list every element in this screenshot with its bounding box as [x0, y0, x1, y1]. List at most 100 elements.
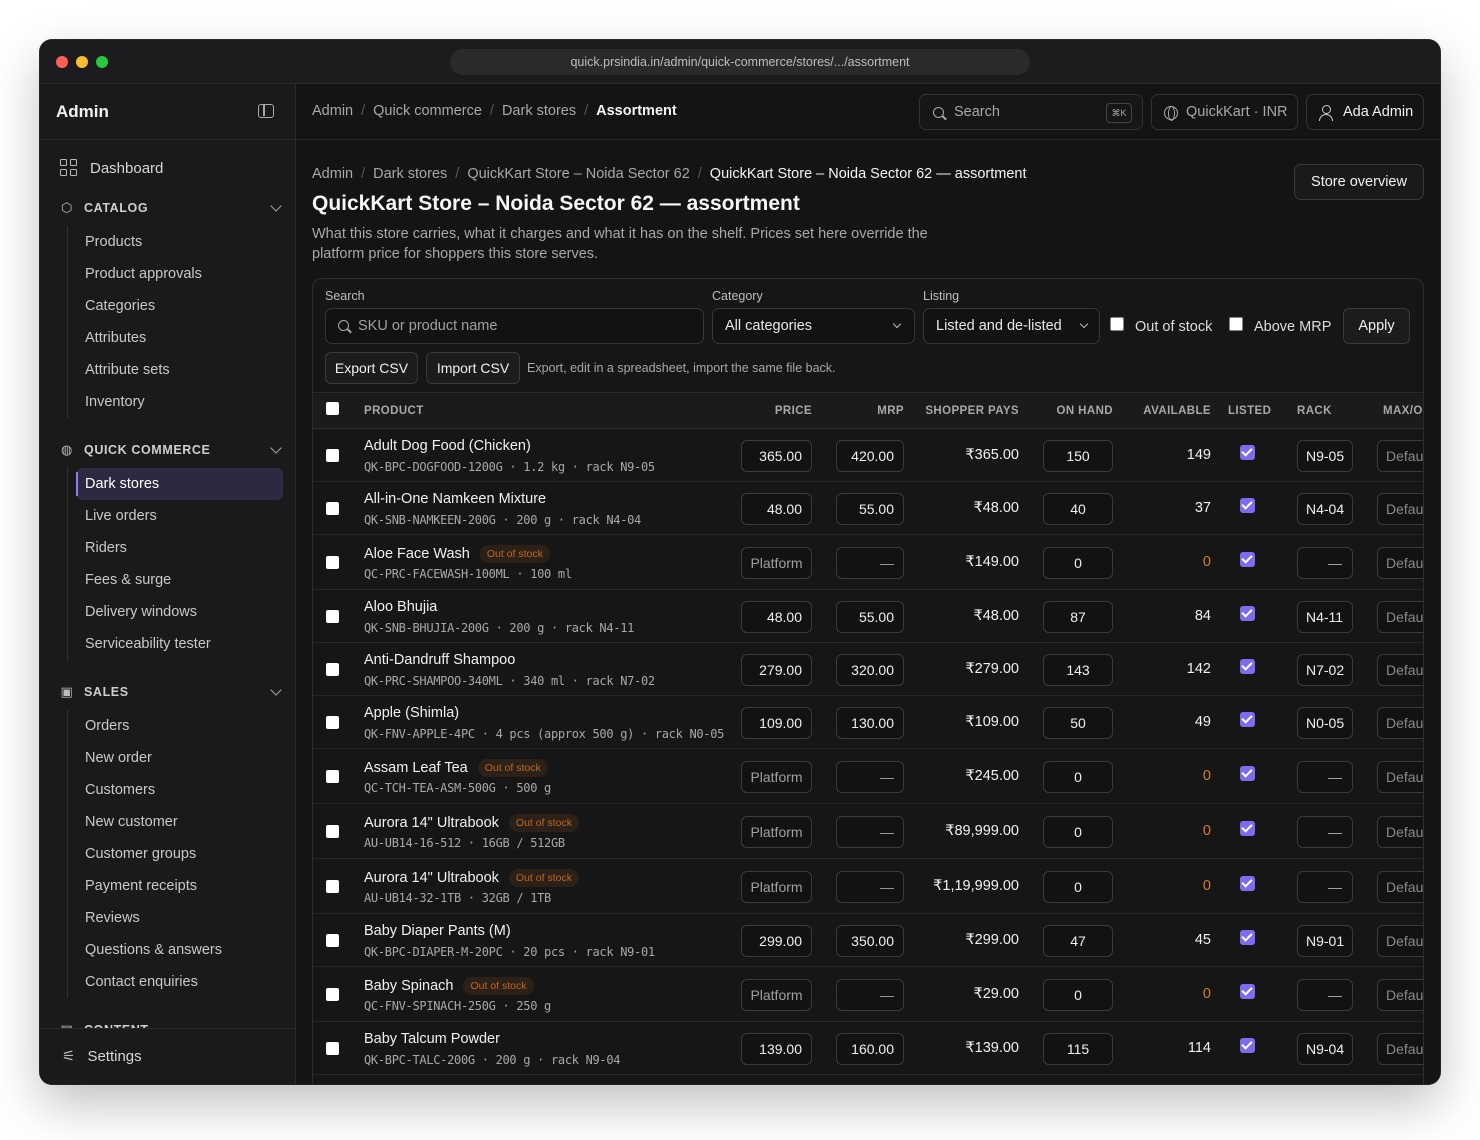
product-name-text[interactable]: Baby Spinach: [364, 978, 453, 994]
sidebar-item-serviceability-tester[interactable]: Serviceability tester: [76, 628, 283, 660]
column-header-on-hand[interactable]: ON HAND: [1033, 405, 1113, 417]
sidebar-section-sales[interactable]: ▣ SALES: [60, 682, 282, 702]
product-name-text[interactable]: Baby Diaper Pants (M): [364, 923, 511, 939]
column-header-product[interactable]: PRODUCT: [364, 405, 424, 417]
max-order-input[interactable]: Default: [1377, 761, 1423, 793]
max-order-input[interactable]: Default: [1377, 816, 1423, 848]
sidebar-item-inventory[interactable]: Inventory: [76, 386, 283, 418]
listed-checkbox[interactable]: [1240, 712, 1255, 727]
on-hand-input[interactable]: 0: [1043, 979, 1113, 1011]
store-switcher[interactable]: QuickKart · INR: [1151, 94, 1298, 130]
mrp-input[interactable]: —: [836, 871, 904, 903]
sidebar-item-product-approvals[interactable]: Product approvals: [76, 258, 283, 290]
select-all-checkbox[interactable]: [326, 402, 339, 415]
rack-input[interactable]: N4-11: [1297, 601, 1353, 633]
product-name-text[interactable]: Aurora 14" Ultrabook: [364, 870, 499, 886]
max-order-input[interactable]: Default: [1377, 547, 1423, 579]
minimize-window-button[interactable]: [76, 56, 88, 68]
sidebar-item-attributes[interactable]: Attributes: [76, 322, 283, 354]
mrp-input[interactable]: —: [836, 816, 904, 848]
close-window-button[interactable]: [56, 56, 68, 68]
row-checkbox[interactable]: [326, 934, 339, 947]
rack-input[interactable]: N9-05: [1297, 440, 1353, 472]
listed-checkbox[interactable]: [1240, 766, 1255, 781]
price-input[interactable]: Platform: [741, 761, 812, 793]
sidebar-item-reviews[interactable]: Reviews: [76, 902, 283, 934]
breadcrumb-link[interactable]: QuickKart Store – Noida Sector 62: [467, 166, 689, 182]
max-order-input[interactable]: Default: [1377, 979, 1423, 1011]
sidebar-item-categories[interactable]: Categories: [76, 290, 283, 322]
sku-search-input[interactable]: SKU or product name: [325, 308, 704, 344]
listed-checkbox[interactable]: [1240, 659, 1255, 674]
rack-input[interactable]: —: [1297, 761, 1353, 793]
sidebar-item-dashboard[interactable]: Dashboard: [60, 156, 163, 180]
sidebar-item-new-customer[interactable]: New customer: [76, 806, 283, 838]
row-checkbox[interactable]: [326, 556, 339, 569]
rack-input[interactable]: —: [1297, 871, 1353, 903]
breadcrumb-link[interactable]: Dark stores: [502, 103, 576, 119]
sidebar-item-contact-enquiries[interactable]: Contact enquiries: [76, 966, 283, 998]
mrp-input[interactable]: 55.00: [836, 493, 904, 525]
row-checkbox[interactable]: [326, 716, 339, 729]
address-bar[interactable]: quick.prsindia.in/admin/quick-commerce/s…: [450, 49, 1030, 75]
max-order-input[interactable]: Default: [1377, 440, 1423, 472]
on-hand-input[interactable]: 87: [1043, 601, 1113, 633]
row-checkbox[interactable]: [326, 502, 339, 515]
sidebar-section-content[interactable]: ▤CONTENT: [60, 1020, 280, 1028]
column-header-shopper-pays[interactable]: SHOPPER PAYS: [913, 405, 1019, 417]
max-order-input[interactable]: Default: [1377, 654, 1423, 686]
column-header-available[interactable]: AVAILABLE: [1123, 405, 1211, 417]
on-hand-input[interactable]: 115: [1043, 1033, 1113, 1065]
rack-input[interactable]: N4-04: [1297, 493, 1353, 525]
sidebar-item-dark-stores[interactable]: Dark stores: [76, 468, 283, 500]
listed-checkbox[interactable]: [1240, 984, 1255, 999]
sidebar-item-products[interactable]: Products: [76, 226, 283, 258]
breadcrumb-link[interactable]: Quick commerce: [373, 103, 482, 119]
listed-checkbox[interactable]: [1240, 821, 1255, 836]
rack-input[interactable]: N9-04: [1297, 1033, 1353, 1065]
row-checkbox[interactable]: [326, 663, 339, 676]
column-header-mrp[interactable]: MRP: [833, 405, 904, 417]
above-mrp-checkbox[interactable]: [1229, 317, 1243, 331]
mrp-input[interactable]: —: [836, 547, 904, 579]
sidebar-item-attribute-sets[interactable]: Attribute sets: [76, 354, 283, 386]
mrp-input[interactable]: 55.00: [836, 601, 904, 633]
rack-input[interactable]: —: [1297, 547, 1353, 579]
on-hand-input[interactable]: 150: [1043, 440, 1113, 472]
price-input[interactable]: 139.00: [741, 1033, 812, 1065]
user-menu[interactable]: Ada Admin: [1306, 94, 1424, 130]
row-checkbox[interactable]: [326, 988, 339, 1001]
sidebar-item-payment-receipts[interactable]: Payment receipts: [76, 870, 283, 902]
listed-checkbox[interactable]: [1240, 552, 1255, 567]
listed-checkbox[interactable]: [1240, 445, 1255, 460]
price-input[interactable]: 109.00: [741, 707, 812, 739]
out-of-stock-checkbox[interactable]: [1110, 317, 1124, 331]
sidebar-item-new-order[interactable]: New order: [76, 742, 283, 774]
product-name-text[interactable]: Baby Talcum Powder: [364, 1031, 500, 1047]
mrp-input[interactable]: 320.00: [836, 654, 904, 686]
sidebar-item-settings[interactable]: ⚟ Settings: [62, 1047, 142, 1066]
mrp-input[interactable]: 420.00: [836, 440, 904, 472]
rack-input[interactable]: —: [1297, 979, 1353, 1011]
column-header-price[interactable]: PRICE: [743, 405, 812, 417]
row-checkbox[interactable]: [326, 880, 339, 893]
listed-checkbox[interactable]: [1240, 1038, 1255, 1053]
store-overview-button[interactable]: Store overview: [1294, 164, 1424, 200]
max-order-input[interactable]: Default: [1377, 601, 1423, 633]
sidebar-toggle-icon[interactable]: [258, 104, 274, 118]
price-input[interactable]: 48.00: [741, 493, 812, 525]
column-header-listed[interactable]: LISTED: [1228, 405, 1271, 417]
row-checkbox[interactable]: [326, 1042, 339, 1055]
row-checkbox[interactable]: [326, 770, 339, 783]
sidebar-item-customers[interactable]: Customers: [76, 774, 283, 806]
on-hand-input[interactable]: 0: [1043, 547, 1113, 579]
row-checkbox[interactable]: [326, 449, 339, 462]
product-name-text[interactable]: Anti-Dandruff Shampoo: [364, 652, 515, 668]
mrp-input[interactable]: 130.00: [836, 707, 904, 739]
on-hand-input[interactable]: 0: [1043, 871, 1113, 903]
on-hand-input[interactable]: 50: [1043, 707, 1113, 739]
price-input[interactable]: 299.00: [741, 925, 812, 957]
max-order-input[interactable]: Default: [1377, 925, 1423, 957]
mrp-input[interactable]: —: [836, 979, 904, 1011]
mrp-input[interactable]: —: [836, 761, 904, 793]
